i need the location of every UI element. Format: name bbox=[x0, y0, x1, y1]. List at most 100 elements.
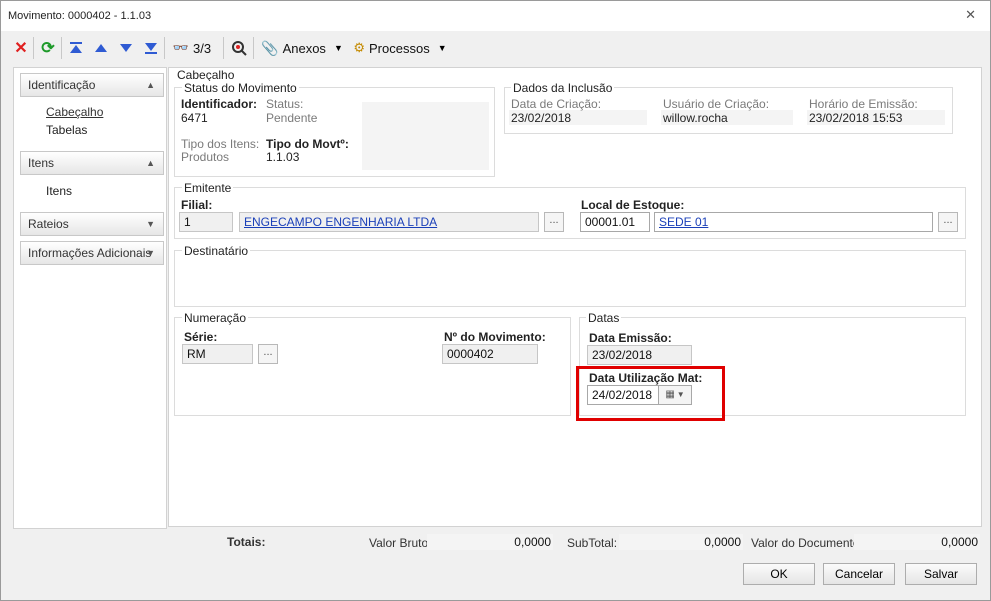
window-title: Movimento: 0000402 - 1.1.03 bbox=[8, 10, 152, 22]
filial-code-input[interactable]: 1 bbox=[179, 212, 233, 232]
local-name-link[interactable]: SEDE 01 bbox=[659, 215, 708, 229]
refresh-icon[interactable]: ⟳ bbox=[38, 37, 58, 59]
gears-icon: ⚙ bbox=[353, 40, 366, 55]
chevron-down-icon: ▼ bbox=[146, 248, 155, 258]
sidebar: Identificação ▲ Cabeçalho Tabelas Itens … bbox=[13, 67, 167, 529]
status-group-title: Status do Movimento bbox=[182, 81, 299, 95]
sidebar-group-label: Identificação bbox=[28, 78, 96, 92]
title-bar: Movimento: 0000402 - 1.1.03 ✕ bbox=[1, 1, 990, 31]
filial-name-input[interactable]: ENGECAMPO ENGENHARIA LTDA bbox=[239, 212, 539, 232]
movement-window: Movimento: 0000402 - 1.1.03 ✕ ✕ ⟳ 👓 3/3 bbox=[0, 0, 991, 601]
data-criacao-value: 23/02/2018 bbox=[511, 111, 572, 125]
local-name-input[interactable]: SEDE 01 bbox=[654, 212, 933, 232]
valor-bruto-label: Valor Bruto: bbox=[369, 536, 432, 550]
last-record-icon bbox=[145, 43, 157, 54]
local-estoque-label: Local de Estoque: bbox=[581, 198, 685, 212]
sidebar-group-rateios[interactable]: Rateios ▼ bbox=[20, 212, 164, 236]
sidebar-item-cabecalho[interactable]: Cabeçalho bbox=[46, 105, 103, 119]
sidebar-group-itens[interactable]: Itens ▲ bbox=[20, 151, 164, 175]
valor-documento-value: 0,0000 bbox=[854, 534, 980, 550]
subtotal-label: SubTotal: bbox=[567, 536, 618, 550]
inclusao-group-title: Dados da Inclusão bbox=[511, 81, 615, 95]
usuario-criacao-value: willow.rocha bbox=[663, 111, 728, 125]
totais-label: Totais: bbox=[227, 535, 266, 549]
tipo-movto-label: Tipo do Movtº: bbox=[266, 137, 349, 151]
numeracao-group-title: Numeração bbox=[182, 311, 249, 325]
toolbar-separator bbox=[253, 37, 254, 59]
toolbar-separator bbox=[61, 37, 62, 59]
filial-label: Filial: bbox=[181, 198, 213, 212]
local-browse-button[interactable]: ... bbox=[938, 212, 958, 232]
serie-input[interactable]: RM bbox=[182, 344, 253, 364]
zoom-search-icon bbox=[232, 41, 247, 56]
toolbar: ✕ ⟳ 👓 3/3 📎 Anexos ▼ ⚙ Processos ▼ bbox=[2, 33, 989, 63]
highlight-box bbox=[576, 366, 725, 421]
tipo-movto-value: 1.1.03 bbox=[266, 150, 300, 164]
valor-documento-label: Valor do Documento: bbox=[751, 536, 863, 550]
anexos-menu[interactable]: 📎 Anexos ▼ bbox=[260, 37, 344, 59]
status-fill bbox=[362, 102, 489, 170]
serie-label: Série: bbox=[184, 330, 218, 344]
next-record-icon[interactable] bbox=[116, 37, 136, 59]
numero-movimento-label: Nº do Movimento: bbox=[444, 330, 546, 344]
tipo-itens-value: Produtos bbox=[181, 150, 230, 164]
tipo-itens-label: Tipo dos Itens: bbox=[181, 137, 260, 151]
chevron-up-icon: ▲ bbox=[146, 158, 155, 168]
data-criacao-label: Data de Criação: bbox=[511, 97, 602, 111]
next-record-icon bbox=[120, 44, 132, 52]
sidebar-group-informacoes-adicionais[interactable]: Informações Adicionais ▼ bbox=[20, 241, 164, 265]
usuario-criacao-label: Usuário de Criação: bbox=[663, 97, 770, 111]
subtotal-value: 0,0000 bbox=[619, 534, 743, 550]
chevron-up-icon: ▲ bbox=[146, 80, 155, 90]
zoom-search-icon[interactable] bbox=[228, 37, 250, 59]
datas-group-title: Datas bbox=[586, 311, 622, 325]
delete-icon[interactable]: ✕ bbox=[11, 37, 31, 59]
close-icon[interactable]: ✕ bbox=[965, 7, 976, 23]
valor-bruto-value: 0,0000 bbox=[427, 534, 553, 550]
toolbar-separator bbox=[164, 37, 165, 59]
chevron-down-icon: ▼ bbox=[437, 43, 447, 53]
status-label: Status: bbox=[266, 97, 304, 111]
emitente-group-title: Emitente bbox=[182, 181, 234, 195]
data-emissao-input[interactable]: 23/02/2018 bbox=[587, 345, 692, 365]
toolbar-separator bbox=[33, 37, 34, 59]
processos-menu[interactable]: ⚙ Processos ▼ bbox=[350, 37, 450, 59]
sidebar-item-itens[interactable]: Itens bbox=[46, 184, 72, 198]
sidebar-group-label: Itens bbox=[28, 156, 55, 170]
first-record-icon[interactable] bbox=[66, 37, 86, 59]
local-code-input[interactable]: 00001.01 bbox=[580, 212, 650, 232]
binoculars-icon: 👓 bbox=[172, 40, 190, 55]
chevron-down-icon: ▼ bbox=[146, 219, 155, 229]
chevron-down-icon: ▼ bbox=[333, 43, 343, 53]
data-emissao-label: Data Emissão: bbox=[589, 331, 672, 345]
section-title: Cabeçalho bbox=[177, 68, 235, 82]
horario-emissao-label: Horário de Emissão: bbox=[809, 97, 918, 111]
ok-button[interactable]: OK bbox=[743, 563, 815, 585]
previous-record-icon[interactable] bbox=[91, 37, 111, 59]
cancel-button[interactable]: Cancelar bbox=[823, 563, 895, 585]
find-button[interactable]: 👓 3/3 bbox=[168, 37, 216, 59]
save-button[interactable]: Salvar bbox=[905, 563, 977, 585]
numero-movimento-input[interactable]: 0000402 bbox=[442, 344, 538, 364]
record-counter: 3/3 bbox=[193, 40, 212, 56]
serie-browse-button[interactable]: ... bbox=[258, 344, 278, 364]
filial-browse-button[interactable]: ... bbox=[544, 212, 564, 232]
sidebar-group-identificacao[interactable]: Identificação ▲ bbox=[20, 73, 164, 97]
sidebar-group-label: Informações Adicionais bbox=[28, 246, 152, 260]
status-value: Pendente bbox=[266, 111, 318, 125]
sidebar-group-label: Rateios bbox=[28, 217, 69, 231]
processos-label: Processos bbox=[369, 40, 430, 56]
destinatario-group-title: Destinatário bbox=[182, 244, 251, 258]
toolbar-separator bbox=[223, 37, 224, 59]
horario-emissao-value: 23/02/2018 15:53 bbox=[809, 111, 903, 125]
previous-record-icon bbox=[95, 44, 107, 52]
paperclip-icon: 📎 bbox=[261, 39, 279, 56]
identificador-value: 6471 bbox=[181, 111, 208, 125]
last-record-icon[interactable] bbox=[141, 37, 161, 59]
sidebar-item-tabelas[interactable]: Tabelas bbox=[46, 123, 87, 137]
first-record-icon bbox=[70, 42, 82, 53]
destinatario-group bbox=[174, 250, 966, 307]
identificador-label: Identificador: bbox=[181, 97, 258, 111]
anexos-label: Anexos bbox=[282, 40, 326, 56]
filial-name-link[interactable]: ENGECAMPO ENGENHARIA LTDA bbox=[244, 215, 437, 229]
